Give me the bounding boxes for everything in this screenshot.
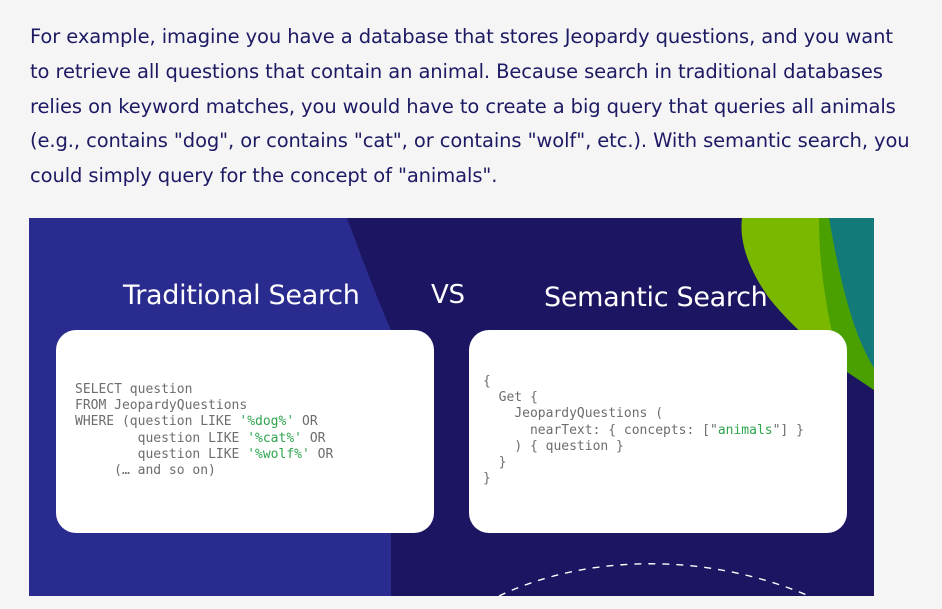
graphql-code-block: { Get { JeopardyQuestions ( nearText: { …: [483, 374, 804, 487]
sql-query-card: SELECT question FROM JeopardyQuestions W…: [56, 330, 434, 533]
intro-paragraph: For example, imagine you have a database…: [30, 25, 910, 188]
vs-label: VS: [431, 280, 465, 310]
search-comparison-figure: Traditional Search VS Semantic Search SE…: [29, 218, 874, 596]
graphql-query-card: { Get { JeopardyQuestions ( nearText: { …: [469, 330, 847, 533]
traditional-search-title: Traditional Search: [123, 280, 360, 311]
semantic-search-title: Semantic Search: [544, 282, 768, 313]
dashed-arc: [498, 563, 810, 596]
sql-code-block: SELECT question FROM JeopardyQuestions W…: [75, 382, 334, 479]
